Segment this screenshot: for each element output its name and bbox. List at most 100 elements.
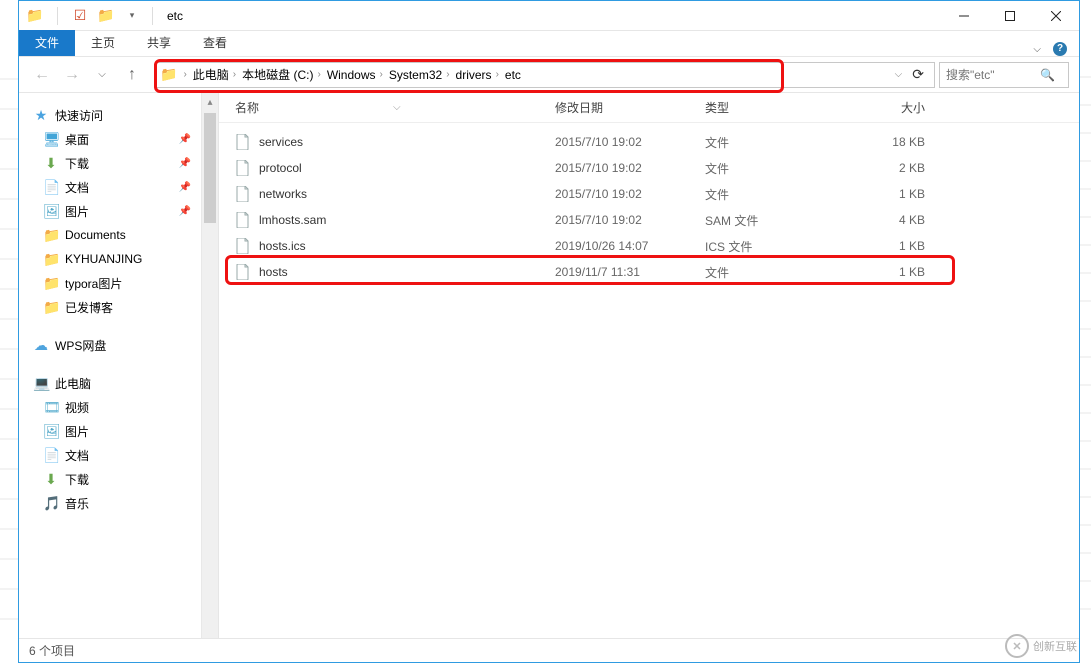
sidebar-item-documents2[interactable]: 📄文档 <box>19 443 201 467</box>
scroll-thumb[interactable] <box>204 113 216 223</box>
sidebar-scrollbar[interactable]: ▴ <box>201 93 218 638</box>
up-button[interactable]: ↑ <box>119 62 145 88</box>
sidebar-item-label: WPS网盘 <box>55 337 106 354</box>
sidebar-item-label: 文档 <box>65 179 89 196</box>
sidebar-item-downloads2[interactable]: ⬇下载 <box>19 467 201 491</box>
ribbon-expand-icon[interactable]: ⌵ <box>1033 44 1041 55</box>
breadcrumb-segment[interactable]: Windows› <box>327 68 383 82</box>
sidebar-item-this-pc[interactable]: 💻此电脑 <box>19 371 201 395</box>
sidebar-item-label: 桌面 <box>65 131 89 148</box>
sidebar-item-kyhuanjing[interactable]: 📁KYHUANJING <box>19 247 201 271</box>
file-list: 名称⌵ 修改日期 类型 大小 services2015/7/10 19:02文件… <box>219 93 1079 638</box>
file-size: 2 KB <box>845 161 925 175</box>
column-date[interactable]: 修改日期 <box>555 99 705 116</box>
file-size: 1 KB <box>845 187 925 201</box>
file-row[interactable]: protocol2015/7/10 19:02文件2 KB <box>219 155 1079 181</box>
explorer-body: ★快速访问 🖥桌面📌 ⬇下载📌 📄文档📌 🖼图片📌 📁Documents 📁KY… <box>19 93 1079 638</box>
tab-home[interactable]: 主页 <box>75 30 131 56</box>
file-rows: services2015/7/10 19:02文件18 KBprotocol20… <box>219 123 1079 285</box>
sidebar-item-label: 下载 <box>65 155 89 172</box>
refresh-icon[interactable]: ⟳ <box>912 66 924 83</box>
chevron-right-icon[interactable]: › <box>496 69 499 80</box>
file-name: networks <box>259 187 307 201</box>
scroll-up-icon[interactable]: ▴ <box>207 95 212 111</box>
tab-share[interactable]: 共享 <box>131 30 187 56</box>
forward-button[interactable]: → <box>59 62 85 88</box>
maximize-button[interactable] <box>987 1 1033 31</box>
folder-icon: 📁 <box>160 66 177 83</box>
sidebar-item-pictures2[interactable]: 🖼图片 <box>19 419 201 443</box>
file-name: protocol <box>259 161 302 175</box>
file-icon <box>235 264 251 280</box>
sidebar-item-pictures[interactable]: 🖼图片📌 <box>19 199 201 223</box>
breadcrumb-segment[interactable]: etc <box>505 68 521 82</box>
file-row[interactable]: hosts.ics2019/10/26 14:07ICS 文件1 KB <box>219 233 1079 259</box>
column-size[interactable]: 大小 <box>845 99 925 116</box>
sidebar-item-documents-folder[interactable]: 📁Documents <box>19 223 201 247</box>
file-type: 文件 <box>705 160 845 177</box>
pin-icon: 📌 <box>179 206 191 217</box>
recent-dropdown-icon[interactable]: ⌵ <box>89 62 115 88</box>
address-bar[interactable]: 📁 › 此电脑› 本地磁盘 (C:) › Windows› System32› d… <box>155 62 935 88</box>
file-type: 文件 <box>705 264 845 281</box>
sidebar-item-typora[interactable]: 📁typora图片 <box>19 271 201 295</box>
breadcrumb-label: drivers <box>456 68 492 82</box>
cloud-icon: ☁ <box>33 337 49 354</box>
sidebar-item-label: 音乐 <box>65 495 89 512</box>
tab-view[interactable]: 查看 <box>187 30 243 56</box>
sidebar-item-label: 下载 <box>65 471 89 488</box>
qat-dropdown-icon[interactable]: ▾ <box>124 8 140 24</box>
minimize-button[interactable] <box>941 1 987 31</box>
file-row[interactable]: hosts2019/11/7 11:31文件1 KB <box>219 259 1079 285</box>
folder-icon: 📁 <box>43 275 59 292</box>
chevron-right-icon[interactable]: › <box>183 69 186 80</box>
file-row[interactable]: services2015/7/10 19:02文件18 KB <box>219 129 1079 155</box>
sidebar-item-music[interactable]: 🎵音乐 <box>19 491 201 515</box>
breadcrumb-label: 本地磁盘 (C:) <box>242 66 313 83</box>
chevron-right-icon[interactable]: › <box>233 69 236 80</box>
sidebar-item-documents[interactable]: 📄 文档 📌 <box>19 175 201 199</box>
breadcrumb-segment[interactable]: 本地磁盘 (C:) › <box>242 66 321 83</box>
search-icon[interactable]: 🔍 <box>1040 68 1055 82</box>
sidebar-item-label: 已发博客 <box>65 299 113 316</box>
file-date: 2015/7/10 19:02 <box>555 213 705 227</box>
title-bar: 📁 ☑ 📁 ▾ etc <box>19 1 1079 31</box>
file-row[interactable]: networks2015/7/10 19:02文件1 KB <box>219 181 1079 207</box>
file-size: 18 KB <box>845 135 925 149</box>
file-row[interactable]: lmhosts.sam2015/7/10 19:02SAM 文件4 KB <box>219 207 1079 233</box>
chevron-right-icon[interactable]: › <box>317 69 320 80</box>
tab-file[interactable]: 文件 <box>19 30 75 56</box>
sidebar-item-label: 此电脑 <box>55 375 91 392</box>
document-icon: 📄 <box>43 179 59 196</box>
close-button[interactable] <box>1033 1 1079 31</box>
separator <box>152 7 153 25</box>
chevron-right-icon[interactable]: › <box>380 69 383 80</box>
breadcrumb-segment[interactable]: drivers › <box>456 68 499 82</box>
breadcrumb-segment[interactable]: 此电脑› <box>193 66 236 83</box>
search-box[interactable]: 🔍 <box>939 62 1069 88</box>
picture-icon: 🖼 <box>43 423 59 440</box>
sidebar-item-label: 快速访问 <box>55 107 103 124</box>
sidebar-item-label: 文档 <box>65 447 89 464</box>
checkbox-icon[interactable]: ☑ <box>72 8 88 24</box>
file-date: 2015/7/10 19:02 <box>555 135 705 149</box>
pin-icon: 📌 <box>179 182 191 193</box>
back-button[interactable]: ← <box>29 62 55 88</box>
file-date: 2019/11/7 11:31 <box>555 265 705 279</box>
pin-icon: 📌 <box>179 134 191 145</box>
sidebar-item-downloads[interactable]: ⬇下载📌 <box>19 151 201 175</box>
sidebar-item-quick-access[interactable]: ★快速访问 <box>19 103 201 127</box>
ribbon-tabs: 文件 主页 共享 查看 ⌵ ? <box>19 31 1079 57</box>
help-icon[interactable]: ? <box>1053 42 1067 56</box>
column-name[interactable]: 名称⌵ <box>235 99 555 116</box>
sidebar-item-video[interactable]: 🎞视频 <box>19 395 201 419</box>
column-type[interactable]: 类型 <box>705 99 845 116</box>
search-input[interactable] <box>946 68 1036 82</box>
address-dropdown-icon[interactable]: ⌵ <box>895 69 903 80</box>
quick-access-toolbar: 📁 ☑ 📁 ▾ <box>19 7 148 25</box>
sidebar-item-blog[interactable]: 📁已发博客 <box>19 295 201 319</box>
sidebar-item-desktop[interactable]: 🖥桌面📌 <box>19 127 201 151</box>
sidebar-item-wps[interactable]: ☁ WPS网盘 <box>19 333 201 357</box>
chevron-right-icon[interactable]: › <box>446 69 449 80</box>
breadcrumb-segment[interactable]: System32› <box>389 68 450 82</box>
